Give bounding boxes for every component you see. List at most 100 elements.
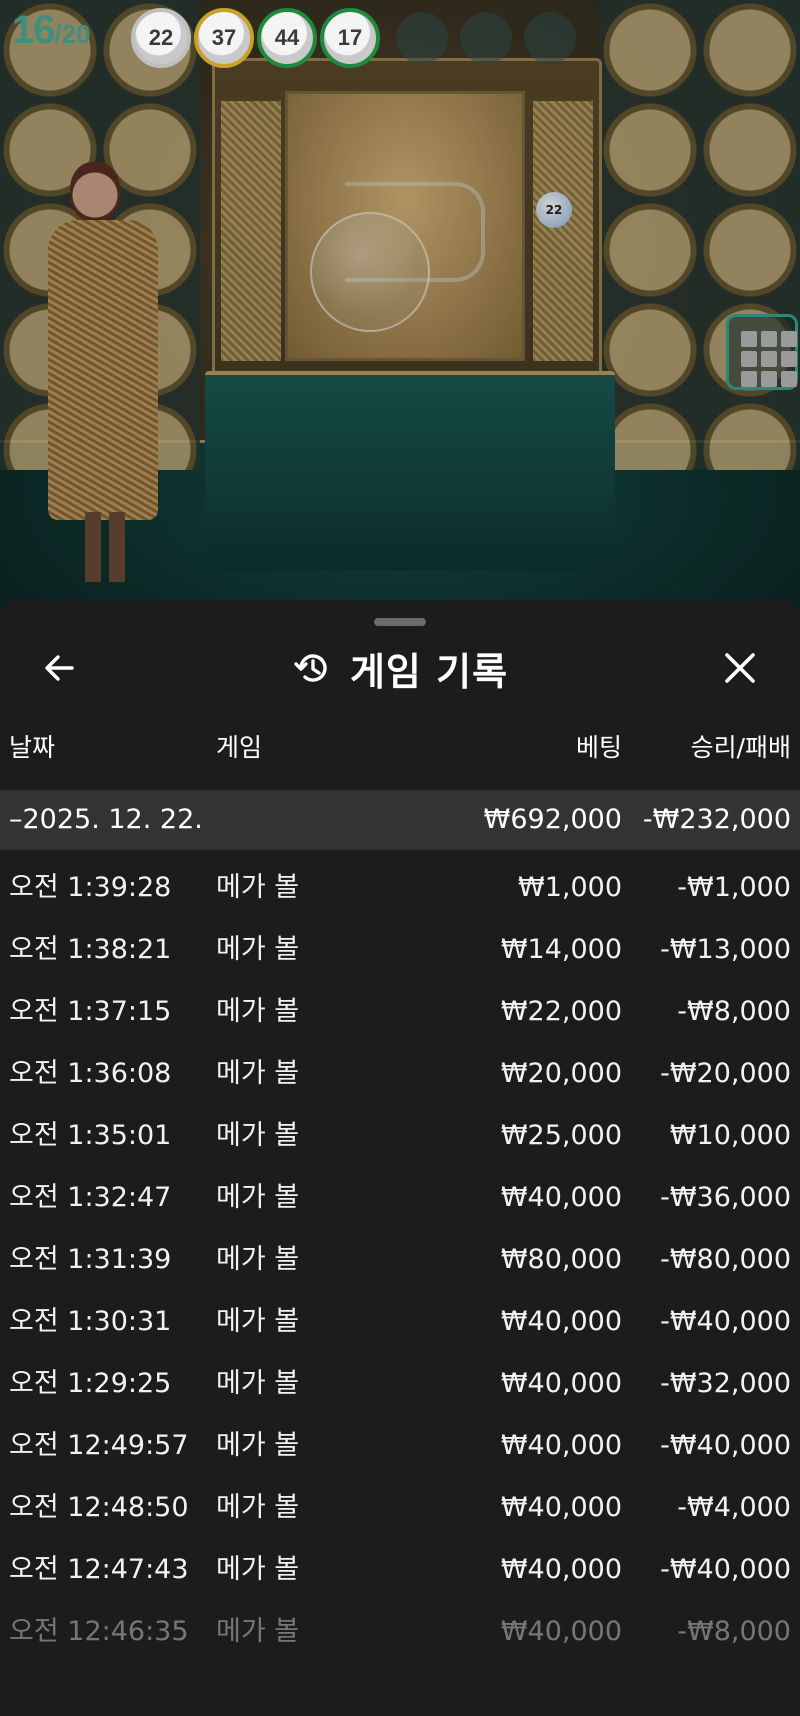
row-result: -₩4,000 <box>677 1492 791 1523</box>
row-game: 메가 볼 <box>216 1368 300 1399</box>
drawn-ball-2: 37 <box>194 8 254 68</box>
row-game: 메가 볼 <box>216 1058 300 1089</box>
summary-date: –2025. 12. 22. <box>9 804 203 835</box>
panel-header: 게임 기록 <box>0 638 800 698</box>
row-bet: ₩14,000 <box>500 934 622 965</box>
row-game: 메가 볼 <box>216 1182 300 1213</box>
row-bet: ₩80,000 <box>500 1244 622 1275</box>
row-bet: ₩40,000 <box>500 1492 622 1523</box>
table-row[interactable]: 오전 1:36:08 메가 볼 ₩20,000 -₩20,000 <box>0 1044 800 1106</box>
row-time: 오전 12:46:35 <box>9 1616 189 1647</box>
row-bet: ₩40,000 <box>500 1430 622 1461</box>
row-result: -₩80,000 <box>660 1244 791 1275</box>
row-result: -₩1,000 <box>677 872 791 903</box>
summary-bet-total: ₩692,000 <box>483 804 622 835</box>
table-row[interactable]: 오전 1:32:47 메가 볼 ₩40,000 -₩36,000 <box>0 1168 800 1230</box>
card-grid-button[interactable] <box>726 314 798 390</box>
row-game: 메가 볼 <box>216 1120 300 1151</box>
row-time: 오전 1:29:25 <box>9 1368 172 1399</box>
row-game: 메가 볼 <box>216 934 300 965</box>
close-icon[interactable] <box>718 646 762 690</box>
row-time: 오전 1:35:01 <box>9 1120 172 1151</box>
row-bet: ₩40,000 <box>500 1616 622 1647</box>
drawn-ball-1: 22 <box>131 8 191 68</box>
grid-cell-icon <box>761 331 777 347</box>
row-bet: ₩20,000 <box>500 1058 622 1089</box>
column-bet: 베팅 <box>575 733 622 762</box>
summary-result-total: -₩232,000 <box>642 804 791 835</box>
empty-ball-slot <box>396 12 448 64</box>
row-bet: ₩25,000 <box>500 1120 622 1151</box>
row-result: -₩32,000 <box>660 1368 791 1399</box>
table-row[interactable]: 오전 1:38:21 메가 볼 ₩14,000 -₩13,000 <box>0 920 800 982</box>
grid-cell-icon <box>761 371 777 387</box>
panel-title: 게임 기록 <box>349 649 509 694</box>
row-result: -₩40,000 <box>660 1306 791 1337</box>
row-game: 메가 볼 <box>216 1306 300 1337</box>
row-game: 메가 볼 <box>216 1616 300 1647</box>
row-time: 오전 1:39:28 <box>9 872 172 903</box>
row-result: -₩20,000 <box>660 1058 791 1089</box>
row-result: -₩40,000 <box>660 1430 791 1461</box>
history-list: 오전 1:39:28 메가 볼 ₩1,000 -₩1,000 오전 1:38:2… <box>0 858 800 1664</box>
row-time: 오전 1:30:31 <box>9 1306 172 1337</box>
row-time: 오전 1:38:21 <box>9 934 172 965</box>
grid-cell-icon <box>781 371 797 387</box>
table-row[interactable]: 오전 12:46:35 메가 볼 ₩40,000 -₩8,000 <box>0 1602 800 1664</box>
draw-counter: 16/20 <box>12 8 91 53</box>
table-row[interactable]: 오전 1:37:15 메가 볼 ₩22,000 -₩8,000 <box>0 982 800 1044</box>
live-video-stage: 22 16/20 22 37 44 17 <box>0 0 800 620</box>
table-row[interactable]: 오전 1:31:39 메가 볼 ₩80,000 -₩80,000 <box>0 1230 800 1292</box>
row-time: 오전 12:48:50 <box>9 1492 189 1523</box>
table-row[interactable]: 오전 12:48:50 메가 볼 ₩40,000 -₩4,000 <box>0 1478 800 1540</box>
row-game: 메가 볼 <box>216 1492 300 1523</box>
row-bet: ₩1,000 <box>518 872 622 903</box>
row-time: 오전 1:36:08 <box>9 1058 172 1089</box>
column-result: 승리/패배 <box>690 733 791 762</box>
empty-ball-slot <box>524 12 576 64</box>
row-game: 메가 볼 <box>216 1244 300 1275</box>
row-bet: ₩40,000 <box>500 1306 622 1337</box>
row-bet: ₩40,000 <box>500 1182 622 1213</box>
drawn-ball-3: 44 <box>257 8 317 68</box>
row-game: 메가 볼 <box>216 1554 300 1585</box>
row-result: -₩36,000 <box>660 1182 791 1213</box>
date-summary-row[interactable]: –2025. 12. 22. ₩692,000 -₩232,000 <box>0 790 800 850</box>
row-time: 오전 12:49:57 <box>9 1430 189 1461</box>
row-game: 메가 볼 <box>216 996 300 1027</box>
history-icon <box>294 654 327 682</box>
grid-cell-icon <box>741 351 757 367</box>
row-result: -₩8,000 <box>677 1616 791 1647</box>
game-history-panel: 게임 기록 날짜 게임 베팅 승리/패배 –2025. 12. 22. ₩692… <box>0 600 800 1716</box>
drawn-ball-4: 17 <box>320 8 380 68</box>
row-time: 오전 12:47:43 <box>9 1554 189 1585</box>
grid-cell-icon <box>761 351 777 367</box>
row-time: 오전 1:37:15 <box>9 996 172 1027</box>
table-row[interactable]: 오전 12:47:43 메가 볼 ₩40,000 -₩40,000 <box>0 1540 800 1602</box>
row-result: -₩13,000 <box>660 934 791 965</box>
column-date: 날짜 <box>9 733 56 762</box>
table-row[interactable]: 오전 1:29:25 메가 볼 ₩40,000 -₩32,000 <box>0 1354 800 1416</box>
row-bet: ₩40,000 <box>500 1554 622 1585</box>
drag-handle[interactable] <box>374 618 426 626</box>
grid-cell-icon <box>741 371 757 387</box>
table-row[interactable]: 오전 12:49:57 메가 볼 ₩40,000 -₩40,000 <box>0 1416 800 1478</box>
grid-cell-icon <box>781 351 797 367</box>
row-bet: ₩40,000 <box>500 1368 622 1399</box>
grid-cell-icon <box>781 331 797 347</box>
table-row[interactable]: 오전 1:39:28 메가 볼 ₩1,000 -₩1,000 <box>0 858 800 920</box>
row-time: 오전 1:32:47 <box>9 1182 172 1213</box>
row-game: 메가 볼 <box>216 1430 300 1461</box>
table-row[interactable]: 오전 1:30:31 메가 볼 ₩40,000 -₩40,000 <box>0 1292 800 1354</box>
draw-counter-current: 16 <box>12 8 55 52</box>
grid-cell-icon <box>741 331 757 347</box>
row-time: 오전 1:31:39 <box>9 1244 172 1275</box>
draw-counter-total: /20 <box>54 19 91 49</box>
column-game: 게임 <box>216 733 263 762</box>
stage-dim-overlay <box>0 0 800 620</box>
table-header: 날짜 게임 베팅 승리/패배 <box>0 718 800 778</box>
empty-ball-slot <box>460 12 512 64</box>
table-row[interactable]: 오전 1:35:01 메가 볼 ₩25,000 ₩10,000 <box>0 1106 800 1168</box>
row-result: ₩10,000 <box>669 1120 791 1151</box>
row-game: 메가 볼 <box>216 872 300 903</box>
